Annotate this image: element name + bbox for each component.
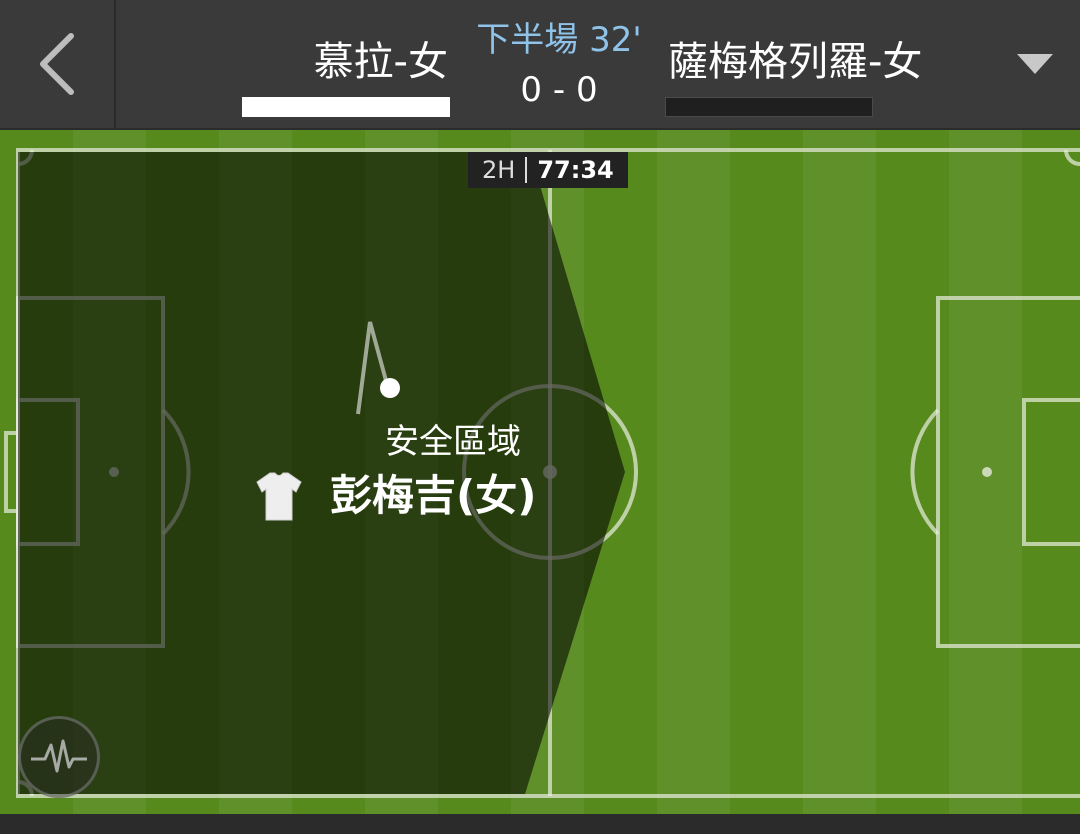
pulse-icon	[31, 739, 87, 773]
jersey-icon	[256, 472, 302, 521]
match-header: 慕拉-女 下半場 32' 0 - 0 薩梅格列羅-女	[0, 0, 1080, 128]
away-team-color-bar	[665, 97, 873, 117]
live-pitch: 2H 77:34 安全區域 彭梅吉(女)	[0, 130, 1080, 814]
player-name: 彭梅吉(女)	[330, 471, 537, 520]
triangle-down-icon	[1017, 54, 1053, 74]
clock-period: 2H	[482, 156, 516, 184]
home-team-name: 慕拉-女	[313, 39, 448, 85]
match-period-label: 下半場 32'	[476, 20, 642, 60]
ball-marker	[380, 378, 400, 398]
pitch-field	[0, 130, 1080, 814]
match-clock: 2H 77:34	[468, 152, 628, 188]
zone-label: 安全區域	[385, 422, 521, 462]
home-team-color-bar	[242, 97, 450, 117]
back-button[interactable]	[0, 0, 116, 128]
chevron-left-icon	[40, 33, 74, 95]
live-stats-button[interactable]	[18, 716, 100, 798]
clock-time: 77:34	[537, 156, 614, 184]
match-dropdown-button[interactable]	[1010, 44, 1060, 84]
away-team-name: 薩梅格列羅-女	[668, 39, 923, 85]
clock-divider	[525, 157, 528, 183]
bottom-bar	[0, 814, 1080, 834]
match-score: 0 - 0	[520, 70, 598, 110]
